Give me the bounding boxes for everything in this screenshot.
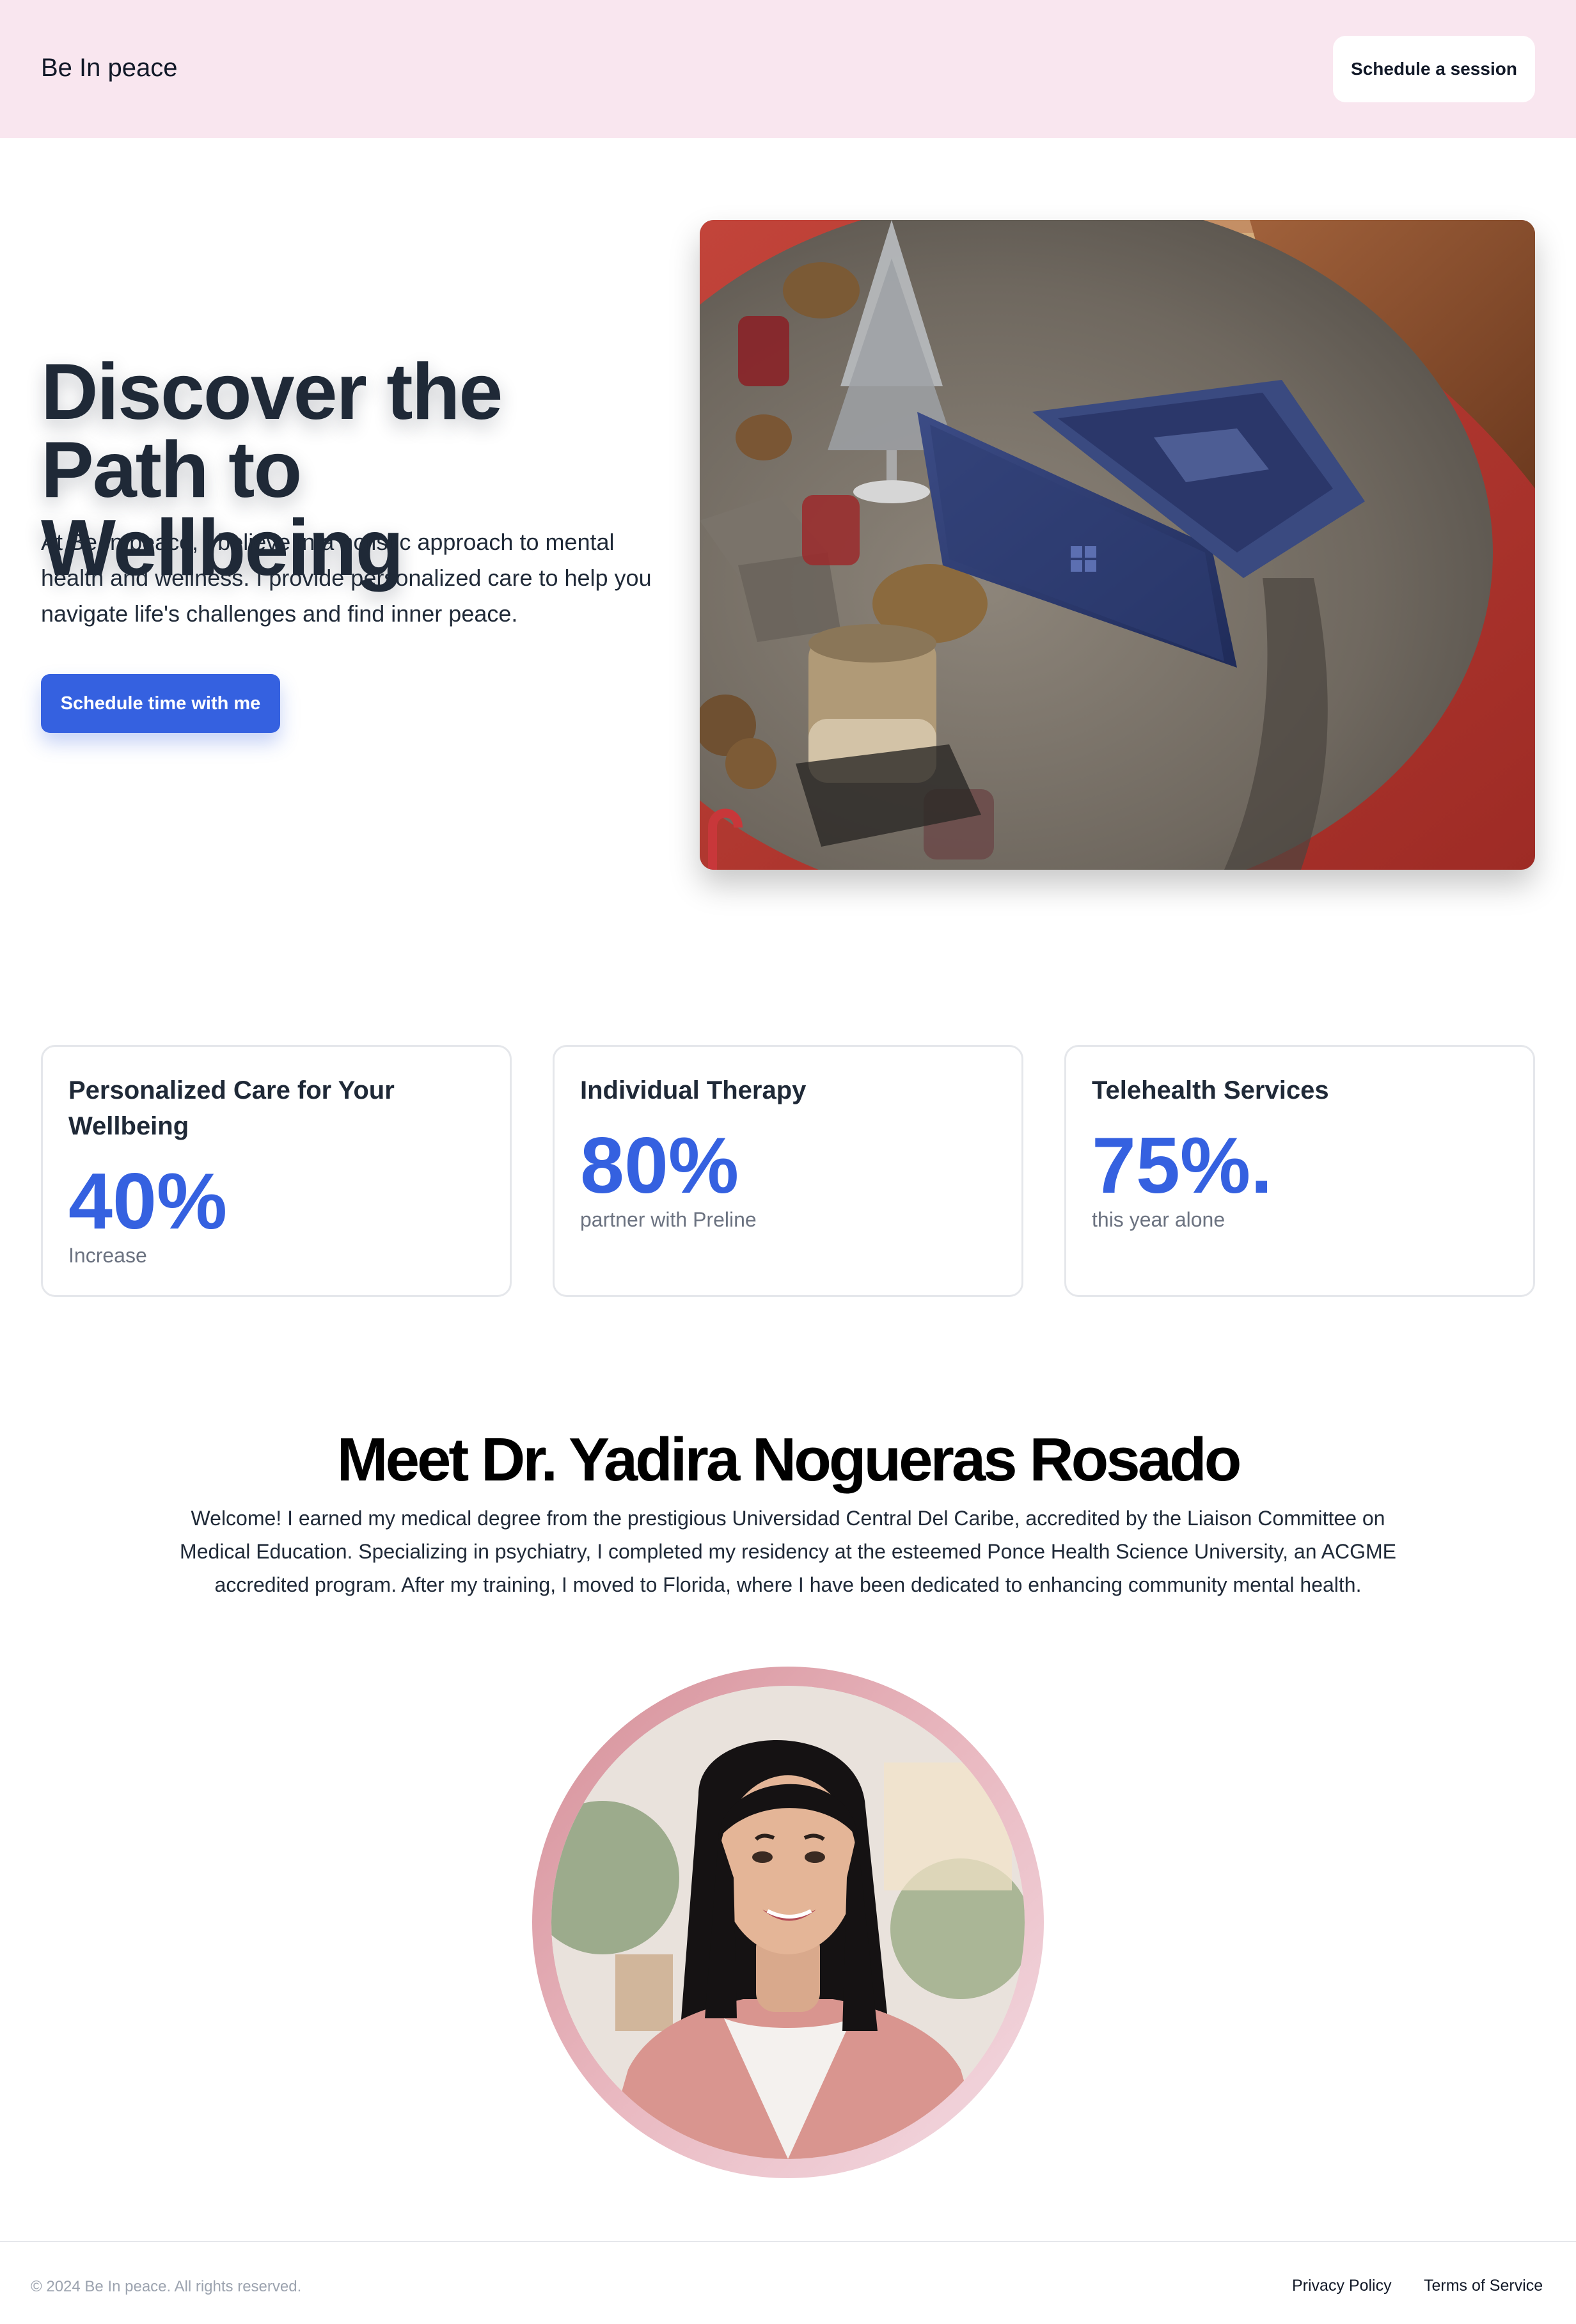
stat-title: Telehealth Services (1092, 1076, 1329, 1104)
stat-card: Personalized Care for Your Wellbeing 40%… (41, 1045, 512, 1297)
stat-value: 40% (68, 1158, 228, 1246)
stat-value: 75%. (1092, 1122, 1273, 1210)
portrait-illustration (551, 1686, 1025, 2159)
about-description: Welcome! I earned my medical degree from… (180, 1507, 1396, 1596)
stat-card: Individual Therapy 80% partner with Prel… (553, 1045, 1023, 1297)
portrait-photo (551, 1686, 1025, 2159)
terms-of-service-link[interactable]: Terms of Service (1424, 2277, 1543, 2295)
stat-card: Telehealth Services 75%. this year alone (1064, 1045, 1535, 1297)
stat-value: 80% (580, 1122, 739, 1210)
site-header: Be In peace Schedule a session (0, 0, 1576, 138)
hero-description: At Be In peace, I believe in a holistic … (41, 529, 652, 627)
stat-title: Personalized Care for Your Wellbeing (68, 1076, 395, 1140)
schedule-time-button[interactable]: Schedule time with me (41, 674, 280, 733)
stat-subtitle: partner with Preline (580, 1208, 757, 1231)
copyright-text: © 2024 Be In peace. All rights reserved. (31, 2278, 302, 2295)
site-footer: © 2024 Be In peace. All rights reserved.… (0, 2241, 1576, 2324)
about-title: Meet Dr. Yadira Nogueras Rosado (336, 1425, 1242, 1494)
stat-subtitle: this year alone (1092, 1208, 1225, 1231)
privacy-policy-link[interactable]: Privacy Policy (1292, 2277, 1392, 2295)
doctor-portrait (532, 1667, 1044, 2178)
stat-subtitle: Increase (68, 1244, 147, 1267)
hero-image (700, 220, 1535, 870)
schedule-session-button[interactable]: Schedule a session (1333, 36, 1535, 102)
stat-title: Individual Therapy (580, 1076, 807, 1104)
hero-scene-illustration (700, 220, 1535, 870)
brand-logo[interactable]: Be In peace (41, 54, 178, 82)
